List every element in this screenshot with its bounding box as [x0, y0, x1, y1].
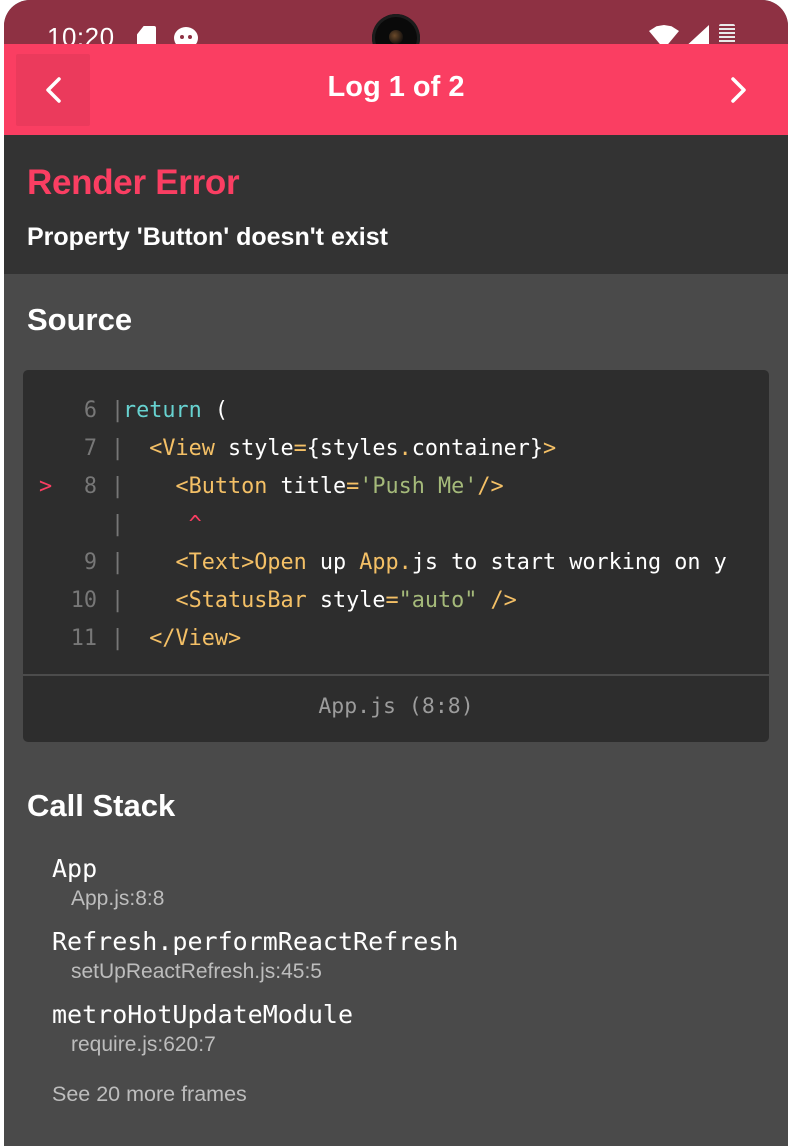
code-token: 'Push Me': [359, 474, 478, 499]
line-number: 8: [83, 474, 97, 499]
stack-frame-name: metroHotUpdateModule: [52, 1000, 354, 1029]
code-token: js to start working on y: [411, 550, 727, 575]
code-token: />: [490, 588, 517, 613]
code-token: title: [267, 474, 347, 499]
code-token: >: [542, 436, 557, 461]
code-content: <Button title='Push Me'/>: [123, 468, 504, 506]
code-token: <StatusBar: [175, 588, 307, 613]
code-token: </View>: [149, 626, 242, 651]
code-token: return: [123, 398, 202, 423]
chevron-right-icon: [731, 77, 746, 103]
code-lines: 6 | return (7 | <View style={styles.contain…: [23, 392, 769, 658]
stack-frame[interactable]: App App.js:8:8: [52, 854, 164, 911]
code-line: | ^: [23, 506, 769, 544]
code-token: style: [214, 436, 294, 461]
code-token: (: [201, 398, 228, 423]
device-screen: 10:20 Log 1 of 2 Render Error Property '…: [4, 0, 788, 1146]
line-number: 6: [83, 398, 97, 423]
error-title: Render Error: [27, 163, 240, 202]
code-line: 7 | <View style={styles.container}>: [23, 430, 769, 468]
call-stack-heading: Call Stack: [27, 788, 176, 823]
error-line-marker: >: [39, 474, 53, 499]
stack-frame-location: setUpReactRefresh.js:45:5: [71, 960, 322, 983]
source-heading: Source: [27, 302, 133, 337]
code-content: <StatusBar style="auto" />: [123, 582, 517, 620]
stack-frame[interactable]: metroHotUpdateModule require.js:620:7: [52, 1000, 353, 1057]
code-token: Open: [254, 550, 307, 575]
stack-frame-location: require.js:620:7: [71, 1033, 216, 1056]
code-token: />: [477, 474, 504, 499]
code-token: up: [306, 550, 360, 575]
code-content: </View>: [123, 620, 241, 658]
line-number: 9: [83, 550, 97, 575]
code-line: 9 | <Text>Open up App.js to start working…: [23, 544, 769, 582]
code-token: style: [306, 588, 386, 613]
code-token: <View: [149, 436, 215, 461]
code-line: >8 | <Button title='Push Me'/>: [23, 468, 769, 506]
next-log-button[interactable]: [702, 54, 776, 126]
code-divider: [23, 674, 769, 676]
code-token: {styles: [306, 436, 399, 461]
code-token: "auto": [398, 588, 478, 613]
line-number: 7: [83, 436, 97, 461]
log-counter-title: Log 1 of 2: [327, 71, 465, 103]
code-line: 6 | return (: [23, 392, 769, 430]
stack-frame-location: App.js:8:8: [71, 887, 165, 910]
code-token: <Button: [175, 474, 268, 499]
code-token: container}: [411, 436, 543, 461]
code-token: =: [346, 474, 360, 499]
code-content: <Text>Open up App.js to start working on…: [123, 544, 727, 582]
stack-frame-name: App: [52, 854, 98, 883]
error-summary: Render Error Property 'Button' doesn't e…: [4, 135, 788, 274]
code-token: ^: [123, 512, 202, 537]
code-token: <Text>: [175, 550, 255, 575]
error-message: Property 'Button' doesn't exist: [27, 223, 388, 251]
see-more-frames-link[interactable]: See 20 more frames: [52, 1082, 247, 1107]
code-content: return (: [123, 392, 228, 430]
code-line: 11 | </View>: [23, 620, 769, 658]
code-content: <View style={styles.container}>: [123, 430, 556, 468]
code-token: =: [385, 588, 399, 613]
stack-frame-name: Refresh.performReactRefresh: [52, 927, 459, 956]
code-line: 10 | <StatusBar style="auto" />: [23, 582, 769, 620]
code-content: ^: [123, 506, 202, 544]
code-location: App.js (8:8): [318, 694, 474, 719]
line-number: 10: [70, 588, 97, 613]
status-bar: 10:20: [4, 0, 788, 62]
stack-frame[interactable]: Refresh.performReactRefresh setUpReactRe…: [52, 927, 458, 984]
code-token: =: [293, 436, 307, 461]
log-header: Log 1 of 2: [4, 44, 788, 135]
code-token: App.: [359, 550, 412, 575]
line-number: 11: [70, 626, 97, 651]
code-token: .: [398, 436, 412, 461]
code-frame[interactable]: 6 | return (7 | <View style={styles.contain…: [23, 370, 769, 742]
